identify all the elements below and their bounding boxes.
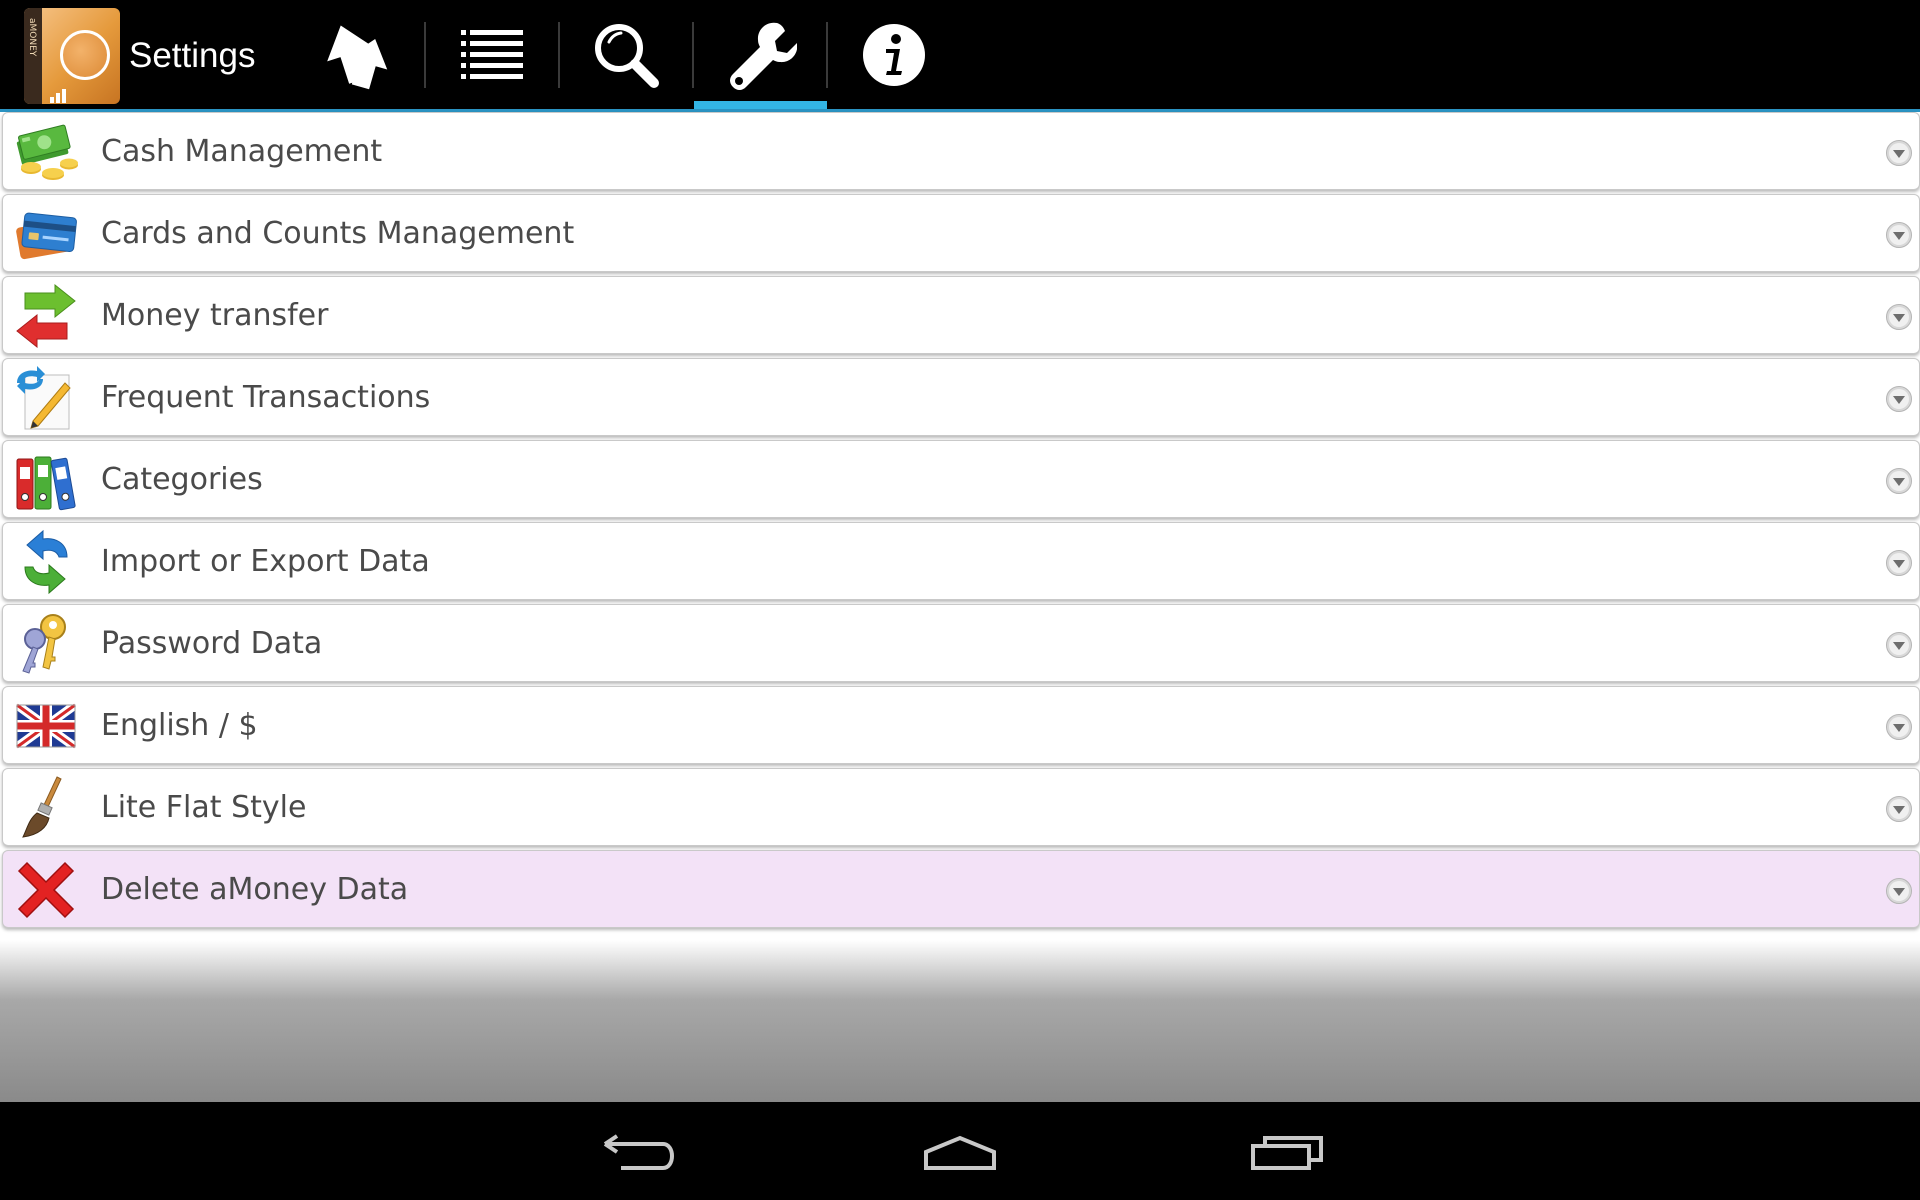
wrench-icon [730, 22, 797, 90]
list-item-label: Frequent Transactions [101, 380, 431, 415]
list-item-cash-management[interactable]: Cash Management [2, 112, 1920, 190]
home-icon[interactable] [900, 1122, 1020, 1182]
sync-arrows-icon [327, 25, 388, 90]
chevron-down-icon[interactable] [1885, 713, 1913, 741]
app-logo-icon[interactable]: aMONEY [24, 8, 120, 104]
tab-sync[interactable] [290, 0, 424, 110]
list-item-import-export[interactable]: Import or Export Data [2, 522, 1920, 600]
transfer-arrows-icon [16, 283, 76, 349]
tab-list[interactable] [425, 0, 559, 110]
tab-settings[interactable] [694, 0, 828, 110]
recurring-note-icon [17, 366, 71, 430]
chevron-down-icon[interactable] [1885, 795, 1913, 823]
credit-cards-icon [16, 212, 77, 260]
chevron-down-icon[interactable] [1885, 221, 1913, 249]
system-nav-bar [0, 1102, 1920, 1200]
list-item-money-transfer[interactable]: Money transfer [2, 276, 1920, 354]
list-item-label: Password Data [101, 626, 323, 661]
chevron-down-icon[interactable] [1885, 139, 1913, 167]
chevron-down-icon[interactable] [1885, 467, 1913, 495]
page-title: Settings [129, 36, 256, 75]
list-item-frequent-transactions[interactable]: Frequent Transactions [2, 358, 1920, 436]
cash-icon [16, 124, 78, 180]
import-export-icon [24, 529, 68, 595]
paintbrush-icon [22, 776, 62, 838]
back-icon[interactable] [575, 1122, 695, 1182]
uk-flag-icon [14, 701, 78, 751]
tab-search[interactable] [559, 0, 693, 110]
binders-icon [16, 456, 76, 511]
logo-bars [50, 84, 70, 103]
recent-apps-icon[interactable] [1225, 1122, 1345, 1182]
tab-info[interactable] [827, 0, 961, 110]
chevron-down-icon[interactable] [1885, 877, 1913, 905]
chevron-down-icon[interactable] [1885, 549, 1913, 577]
chevron-down-icon[interactable] [1885, 385, 1913, 413]
list-item-label: Categories [101, 462, 263, 497]
list-item-password-data[interactable]: Password Data [2, 604, 1920, 682]
info-icon [863, 24, 925, 86]
list-item-style[interactable]: Lite Flat Style [2, 768, 1920, 846]
list-item-label: Cash Management [101, 134, 383, 169]
logo-spine-text: aMONEY [27, 18, 37, 57]
app-screen: aMONEY Settings Cash Management Cards an… [0, 0, 1920, 1200]
chevron-down-icon[interactable] [1885, 303, 1913, 331]
list-item-label: Import or Export Data [101, 544, 430, 579]
list-item-label: Delete aMoney Data [101, 872, 409, 907]
list-item-label: Cards and Counts Management [101, 216, 575, 251]
list-item-label: Lite Flat Style [101, 790, 307, 825]
settings-list: Cash Management Cards and Counts Managem… [0, 112, 1920, 932]
list-item-label: English / $ [101, 708, 258, 743]
action-bar: aMONEY Settings [0, 0, 1920, 112]
list-icon [461, 30, 523, 79]
list-item-delete-data[interactable]: Delete aMoney Data [2, 850, 1920, 928]
keys-icon [22, 614, 66, 674]
logo-coin [60, 30, 110, 80]
list-item-categories[interactable]: Categories [2, 440, 1920, 518]
list-item-cards-management[interactable]: Cards and Counts Management [2, 194, 1920, 272]
list-item-language-currency[interactable]: English / $ [2, 686, 1920, 764]
chevron-down-icon[interactable] [1885, 631, 1913, 659]
list-item-label: Money transfer [101, 298, 329, 333]
search-icon [595, 24, 659, 88]
red-x-icon [17, 861, 75, 919]
